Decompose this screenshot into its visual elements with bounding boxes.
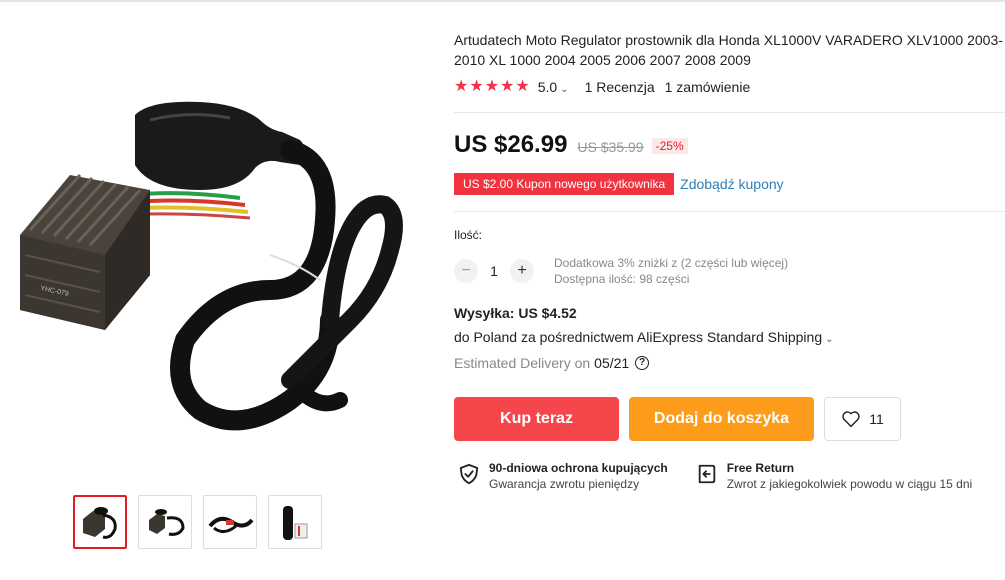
shield-check-icon — [459, 463, 479, 485]
star-icon: ★ — [454, 78, 469, 95]
guarantees: 90-dniowa ochrona kupujących Gwarancja z… — [458, 461, 972, 492]
reviews-link[interactable]: 1 Recenzja — [585, 79, 655, 95]
buyer-protection-subtitle: Gwarancja zwrotu pieniędzy — [489, 477, 640, 491]
thumbnail-3[interactable] — [203, 495, 257, 549]
divider — [454, 112, 1005, 113]
estimated-delivery-date: 05/21 — [594, 355, 630, 371]
shipping-description: do Poland za pośrednictwem AliExpress St… — [454, 329, 823, 345]
buyer-protection: 90-dniowa ochrona kupujących Gwarancja z… — [458, 461, 668, 492]
buyer-protection-title: 90-dniowa ochrona kupujących — [489, 461, 668, 475]
quantity-decrease-button[interactable]: − — [454, 259, 478, 283]
orders-count: 1 zamówienie — [664, 79, 751, 95]
rating-dropdown[interactable]: 5.0 ⌄ — [538, 79, 569, 95]
thumbnail-1[interactable] — [73, 495, 127, 549]
divider — [454, 211, 1005, 212]
star-icon: ★ — [469, 78, 484, 95]
thumbnail-4[interactable] — [268, 495, 322, 549]
rating-row: ★ ★ ★ ★ ★ 5.0 ⌄ 1 Recenzja 1 zamówienie — [454, 78, 1005, 96]
thumbnail-2[interactable] — [138, 495, 192, 549]
rating-value: 5.0 — [537, 79, 558, 95]
gallery-thumbnails — [73, 495, 322, 549]
free-return: Free Return Zwrot z jakiegokolwiek powod… — [696, 461, 972, 492]
coupon-row: US $2.00 Kupon nowego użytkownika Zdobąd… — [454, 173, 784, 195]
add-to-cart-button[interactable]: Dodaj do koszyka — [629, 397, 814, 441]
extra-discount-note: Dodatkowa 3% zniżki z (2 części lub więc… — [554, 256, 789, 270]
old-price: US $35.99 — [577, 139, 644, 155]
shipping-method[interactable]: do Poland za pośrednictwem AliExpress St… — [454, 329, 834, 345]
action-buttons: Kup teraz Dodaj do koszyka 11 — [454, 397, 901, 441]
rating-stars: ★ ★ ★ ★ ★ — [454, 78, 530, 96]
wishlist-button[interactable]: 11 — [824, 397, 901, 441]
get-coupons-link[interactable]: Zdobądź kupony — [680, 176, 784, 192]
quantity-input[interactable]: 1 — [478, 263, 510, 279]
chevron-down-icon: ⌄ — [825, 334, 834, 345]
chevron-down-icon: ⌄ — [560, 84, 569, 95]
available-quantity: Dostępna ilość: 98 części — [554, 272, 690, 286]
quantity-notes: Dodatkowa 3% zniżki z (2 części lub więc… — [554, 255, 788, 287]
star-icon: ★ — [484, 78, 500, 95]
discount-badge: -25% — [651, 138, 688, 154]
product-main-image[interactable]: YHC-079 — [0, 40, 420, 460]
product-title: Artudatech Moto Regulator prostownik dla… — [454, 32, 1003, 68]
quantity-stepper: − 1 + Dodatkowa 3% zniżki z (2 części lu… — [454, 255, 788, 287]
coupon-badge[interactable]: US $2.00 Kupon nowego użytkownika — [454, 173, 675, 195]
free-return-title: Free Return — [726, 461, 795, 475]
quantity-label: Ilość: — [454, 228, 483, 242]
free-return-subtitle: Zwrot z jakiegokolwiek powodu w ciągu 15… — [726, 477, 973, 491]
star-icon: ★ — [500, 78, 515, 95]
estimated-delivery: Estimated Delivery on 05/21 ? — [454, 355, 650, 371]
wishlist-count: 11 — [869, 411, 884, 427]
price-row: US $26.99 US $35.99 -25% — [454, 131, 688, 159]
heart-icon — [842, 411, 860, 428]
buy-now-button[interactable]: Kup teraz — [454, 397, 619, 441]
star-icon: ★ — [515, 78, 530, 95]
return-box-icon — [698, 464, 715, 484]
estimated-delivery-label: Estimated Delivery on — [454, 355, 591, 371]
quantity-increase-button[interactable]: + — [510, 259, 534, 283]
top-border — [0, 0, 1005, 2]
help-icon[interactable]: ? — [635, 356, 650, 370]
current-price: US $26.99 — [454, 131, 568, 158]
product-info: Artudatech Moto Regulator prostownik dla… — [454, 30, 1005, 96]
shipping-title: Wysyłka: US $4.52 — [454, 305, 577, 321]
